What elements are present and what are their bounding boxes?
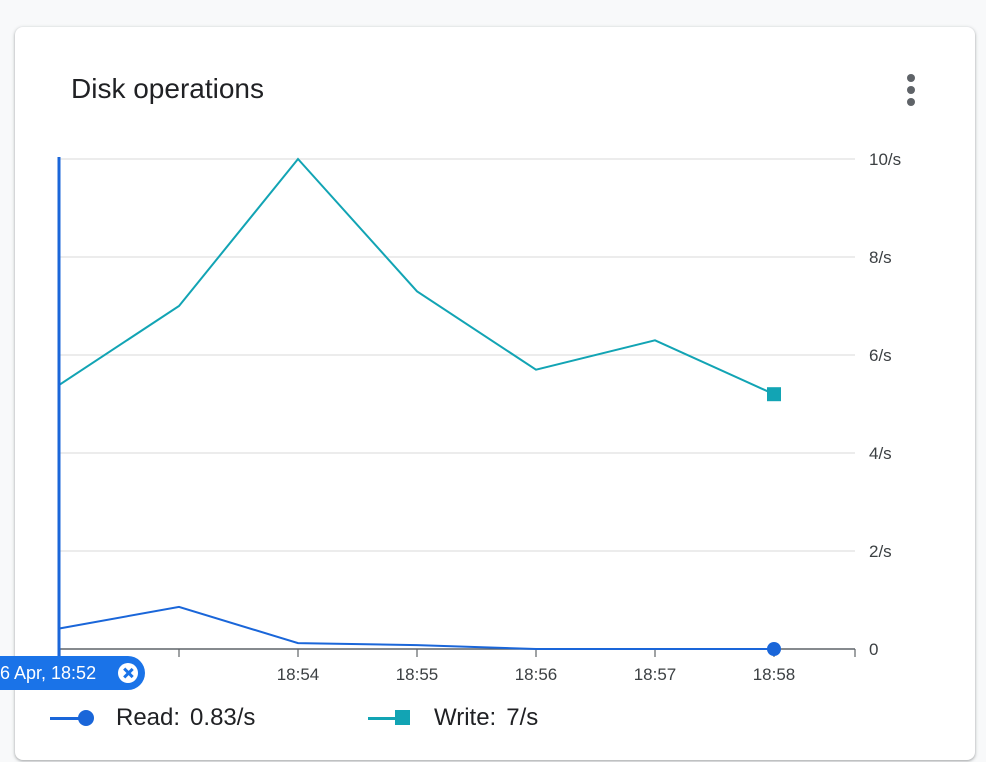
series-lines: [59, 157, 781, 656]
circle-marker-icon: [78, 710, 94, 726]
legend-value-read: 0.83/s: [190, 704, 256, 731]
disk-operations-chart: 10/s8/s6/s4/s2/s0 18:54 18:55 18:56 18:57 18…: [57, 150, 901, 684]
time-chip-label: 6 Apr, 18:52: [0, 663, 97, 683]
x-tick-label: 18:56: [515, 665, 558, 684]
legend-value-write: 7/s: [506, 704, 539, 731]
y-tick-label: 4/s: [869, 444, 892, 463]
point-read-last: [767, 642, 781, 656]
y-tick-label: 10/s: [869, 150, 901, 169]
x-tick-label: 18:58: [753, 665, 796, 684]
series-line-read: [59, 605, 774, 650]
grid-lines: [60, 158, 855, 650]
x-tick-label: 18:57: [634, 665, 677, 684]
x-tick-label: 18:54: [277, 665, 320, 684]
square-marker-icon: [395, 710, 410, 725]
legend-item-read[interactable]: Read: 0.83/s: [50, 702, 255, 734]
point-write-last: [767, 387, 781, 402]
series-line-write: [59, 157, 775, 396]
y-tick-label: 8/s: [869, 248, 892, 267]
legend-label-read: Read:: [116, 704, 181, 731]
close-circle-icon[interactable]: [118, 663, 138, 683]
y-axis-ticks: 10/s 8/s 6/s 4/s 2/s 0: [869, 150, 901, 659]
x-axis-ticks: 18:54 18:55 18:56 18:57 18:58: [59, 649, 856, 684]
legend-swatch-write: [368, 708, 414, 728]
legend-label-write: Write:: [434, 704, 497, 731]
x-tick-label: 18:55: [396, 665, 439, 684]
y-tick-label: 0: [869, 640, 878, 659]
legend-swatch-read: [50, 708, 96, 728]
time-cursor-chip[interactable]: 6 Apr, 18:52: [0, 656, 145, 690]
y-tick-label: 6/s: [869, 346, 892, 365]
legend-item-write[interactable]: Write: 7/s: [368, 702, 538, 734]
y-tick-label: 2/s: [869, 542, 892, 561]
